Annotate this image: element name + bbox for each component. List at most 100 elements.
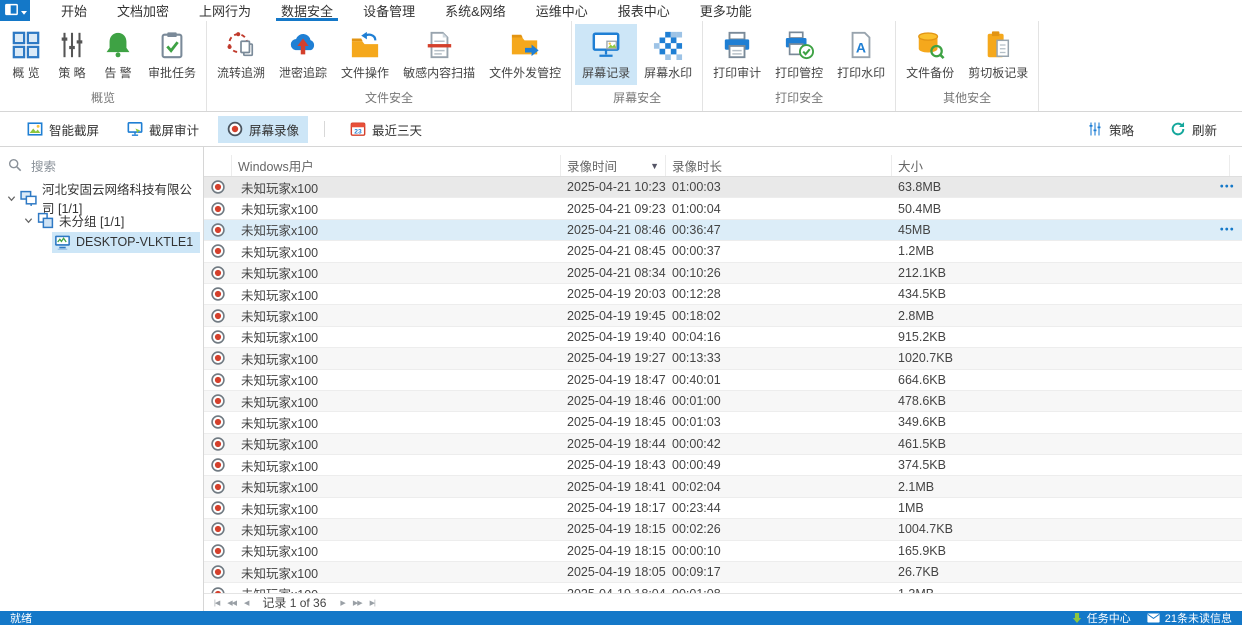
table-row[interactable]: 未知玩家x100 2025-04-21 09:23:05 01:00:04 50.4M…: [204, 198, 1242, 220]
pager-record-label: 记录 1 of 36: [262, 596, 327, 610]
table-row[interactable]: 未知玩家x100 2025-04-19 19:45:12 00:18:02 2.8MB: [204, 305, 1242, 327]
chevron-down-icon[interactable]: [21, 216, 35, 225]
table-row[interactable]: 未知玩家x100 2025-04-21 10:23:09 01:00:03 63.8M…: [204, 177, 1242, 199]
cell-record-time: 2025-04-21 08:45:26: [567, 244, 666, 259]
chevron-down-icon[interactable]: [4, 194, 18, 203]
table-row[interactable]: 未知玩家x100 2025-04-21 08:45:26 00:00:37 1.2MB: [204, 241, 1242, 263]
toolbar-button-capture-audit[interactable]: 截屏审计: [118, 116, 208, 143]
ribbon-item-printer-shield[interactable]: 打印管控: [768, 24, 830, 85]
ribbon-item-alert-bell[interactable]: 告 警: [95, 24, 141, 85]
search-input[interactable]: [29, 159, 195, 175]
mail-icon: [1147, 613, 1160, 623]
ribbon-item-folder-back[interactable]: 文件操作: [334, 24, 396, 85]
table-row[interactable]: 未知玩家x100 2025-04-19 18:45:11 00:01:03 349.6…: [204, 412, 1242, 434]
table-row[interactable]: 未知玩家x100 2025-04-19 20:03:50 00:12:28 434.5…: [204, 283, 1242, 306]
menu-tab-7[interactable]: 运维中心: [521, 0, 603, 21]
menu-tab-3[interactable]: 上网行为: [184, 0, 266, 21]
first-page-button[interactable]: |◀: [210, 599, 223, 607]
search-box: [0, 155, 203, 179]
tree-node-desktop-vlktle1[interactable]: DESKTOP-VLKTLE1: [0, 231, 203, 253]
status-item-task-down[interactable]: 任务中心: [1072, 610, 1131, 625]
cell-record-duration: 00:10:26: [672, 265, 721, 280]
column-header-record-time[interactable]: 录像时间 ▼: [561, 155, 666, 176]
ribbon-item-policy-sliders[interactable]: 策 略: [49, 24, 95, 85]
app-menu-button[interactable]: [0, 0, 30, 21]
column-header-record-duration[interactable]: 录像时长: [666, 155, 892, 176]
table-row[interactable]: 未知玩家x100 2025-04-19 18:47:17 00:40:01 664.6…: [204, 369, 1242, 391]
record-dot-icon: [204, 479, 232, 494]
toolbar-button-label: 最近三天: [372, 123, 423, 138]
ribbon-item-db-backup[interactable]: 文件备份: [899, 24, 961, 85]
ribbon-item-folder-out[interactable]: 文件外发管控: [482, 24, 568, 85]
menu-tab-9[interactable]: 更多功能: [685, 0, 767, 21]
cell-size: 1004.7KB: [898, 522, 953, 537]
pagination-bar: |◀ ◀◀ ◀ 记录 1 of 36 ▶ ▶▶ ▶|: [204, 593, 1242, 611]
menu-tab-4[interactable]: 数据安全: [266, 0, 348, 21]
table-row[interactable]: 未知玩家x100 2025-04-19 18:15:19 00:02:26 1004.…: [204, 519, 1242, 541]
ribbon-item-approve-clipboard[interactable]: 审批任务: [141, 24, 203, 85]
toolbar-button-refresh[interactable]: 刷新: [1161, 116, 1226, 143]
ribbon: 概 览策 略告 警审批任务 概览 流转追溯 泄密追踪 文件操作 敏感内容扫描 文件外发管控 文…: [0, 21, 1242, 112]
cell-size: 63.8MB: [898, 180, 942, 195]
menu-tab-5[interactable]: 设备管理: [348, 0, 430, 21]
ribbon-item-printer[interactable]: 打印审计: [706, 24, 768, 85]
menu-tab-1[interactable]: 开始: [46, 0, 102, 21]
toolbar-button-sliders-blue[interactable]: 策略: [1078, 116, 1143, 143]
menu-tab-8[interactable]: 报表中心: [603, 0, 685, 21]
table-row[interactable]: 未知玩家x100 2025-04-21 08:46:04 00:36:47 45MB •…: [204, 219, 1242, 242]
ribbon-group-1: 概 览 策 略 告 警 审批任务 概览: [0, 21, 208, 111]
ribbon-item-monitor-record[interactable]: 屏幕记录: [575, 24, 638, 85]
prev-fast-button[interactable]: ◀◀: [223, 599, 240, 607]
ribbon-item-pixel-grid[interactable]: 屏幕水印: [637, 24, 699, 85]
next-fast-button[interactable]: ▶▶: [349, 599, 366, 607]
cell-record-time: 2025-04-21 10:23:09: [567, 180, 666, 195]
ribbon-item-trace-cycle[interactable]: 流转追溯: [210, 24, 272, 85]
prev-page-button[interactable]: ◀: [240, 599, 252, 607]
cell-windows-user: 未知玩家x100: [241, 395, 319, 410]
status-item-mail[interactable]: 21条未读信息: [1147, 610, 1232, 625]
table-row[interactable]: 未知玩家x100 2025-04-19 18:43:38 00:00:49 374.5…: [204, 455, 1242, 477]
cell-record-time: 2025-04-19 18:05:50: [567, 565, 666, 580]
menu-tab-2[interactable]: 文档加密: [102, 0, 184, 21]
cell-record-time: 2025-04-19 18:15:09: [567, 543, 666, 558]
column-header-label: 大小: [898, 160, 924, 174]
table-row[interactable]: 未知玩家x100 2025-04-19 18:41:31 00:02:04 2.1MB: [204, 476, 1242, 498]
next-page-button[interactable]: ▶: [336, 599, 348, 607]
ribbon-item-doc-watermark[interactable]: A 打印水印: [830, 24, 892, 85]
table-row[interactable]: 未知玩家x100 2025-04-19 18:15:09 00:00:10 165.9…: [204, 540, 1242, 563]
overview-grid-icon: [10, 29, 42, 61]
column-header-windows-user[interactable]: Windows用户: [232, 155, 561, 176]
table-row[interactable]: 未知玩家x100 2025-04-19 18:44:28 00:00:42 461.5…: [204, 433, 1242, 456]
ribbon-item-doc-scan[interactable]: 敏感内容扫描: [396, 24, 482, 85]
ribbon-item-clipboard-record[interactable]: 剪切板记录: [961, 24, 1035, 85]
table-row[interactable]: 未知玩家x100 2025-04-19 18:05:50 00:09:17 26.7K…: [204, 562, 1242, 584]
tree-node-河北安固云网络科技有限公司-1-1-[interactable]: 河北安固云网络科技有限公司 [1/1]: [0, 183, 203, 216]
row-actions-menu-icon[interactable]: •••: [1220, 224, 1235, 235]
table-body: 未知玩家x100 2025-04-21 10:23:09 01:00:03 63.8M…: [204, 177, 1242, 593]
cell-size: 478.6KB: [898, 394, 946, 409]
row-actions-menu-icon[interactable]: •••: [1220, 182, 1235, 193]
ribbon-item-overview-grid[interactable]: 概 览: [3, 24, 49, 85]
cell-record-time: 2025-04-19 18:44:28: [567, 436, 666, 451]
cell-size: 349.6KB: [898, 415, 946, 430]
toolbar-button-smart-capture[interactable]: 智能截屏: [18, 116, 108, 143]
table-row[interactable]: 未知玩家x100 2025-04-19 19:40:54 00:04:16 915.2…: [204, 326, 1242, 349]
table-row[interactable]: 未知玩家x1002025-04-19 18:04:3900:01:081.3MB: [204, 583, 1242, 593]
cell-size: 1020.7KB: [898, 351, 953, 366]
toolbar-button-calendar-23[interactable]: 23 最近三天: [341, 116, 431, 143]
sort-caret-icon[interactable]: ▼: [644, 161, 659, 171]
table-row[interactable]: 未知玩家x100 2025-04-19 19:27:19 00:13:33 1020.…: [204, 348, 1242, 370]
table-row[interactable]: 未知玩家x100 2025-04-21 08:34:59 00:10:26 212.1…: [204, 262, 1242, 284]
org-network-icon: [20, 190, 37, 207]
cell-windows-user: 未知玩家x100: [241, 224, 319, 239]
last-page-button[interactable]: ▶|: [366, 599, 379, 607]
cell-windows-user: 未知玩家x100: [241, 502, 319, 517]
doc-scan-icon: [423, 29, 455, 61]
table-row[interactable]: 未知玩家x100 2025-04-19 18:17:46 00:23:44 1MB: [204, 497, 1242, 520]
column-header-size[interactable]: 大小: [892, 155, 1230, 176]
menu-tab-6[interactable]: 系统&网络: [430, 0, 521, 21]
table-row[interactable]: 未知玩家x100 2025-04-19 18:46:16 00:01:00 478.6…: [204, 390, 1242, 413]
svg-text:23: 23: [354, 129, 362, 136]
toolbar-button-record-dot[interactable]: 屏幕录像: [218, 115, 309, 143]
ribbon-item-leak-cloud[interactable]: 泄密追踪: [272, 24, 334, 85]
